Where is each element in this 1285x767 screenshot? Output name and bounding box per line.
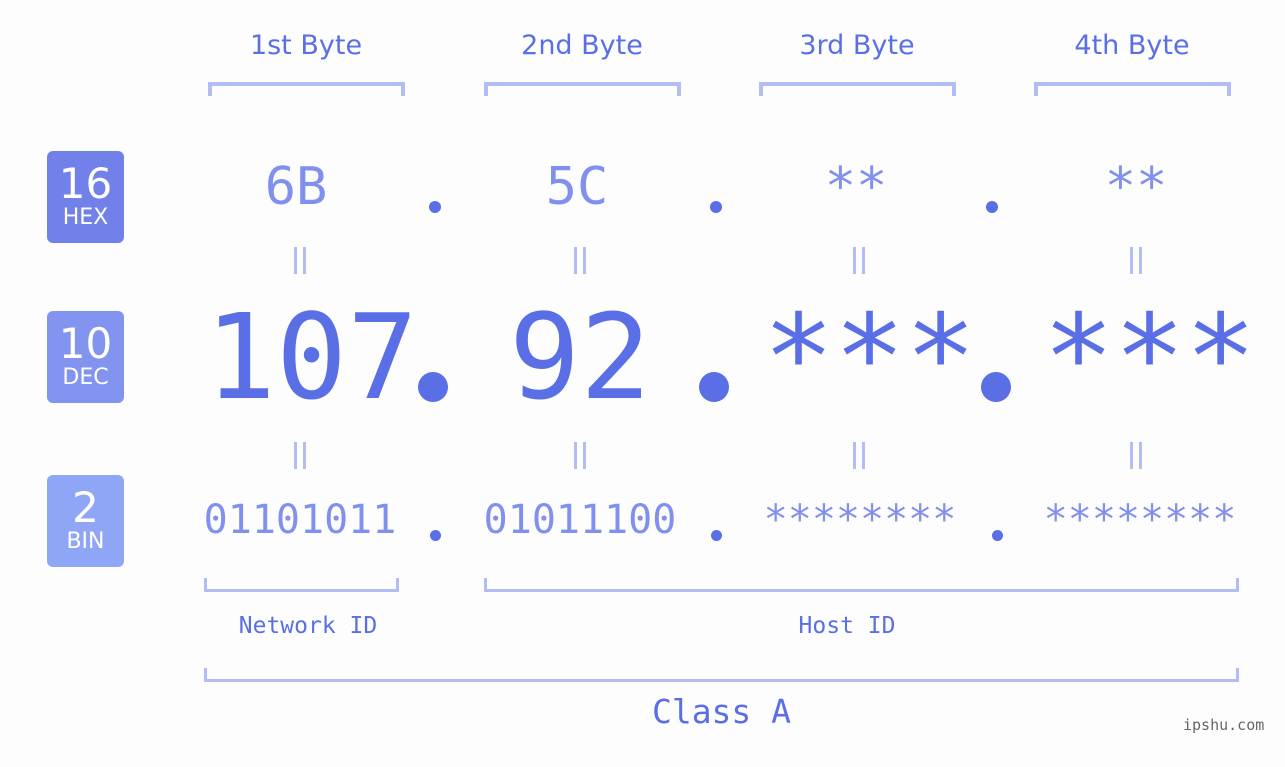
hex-badge-number: 16 <box>58 159 113 208</box>
dec-byte-3: *** <box>763 288 977 426</box>
byte-header-4: 4th Byte <box>1074 30 1190 61</box>
dec-separator-dot <box>418 372 448 402</box>
dec-badge-number: 10 <box>58 319 113 368</box>
hex-separator-dot <box>710 201 722 213</box>
hex-byte-2: 5C <box>545 157 609 217</box>
bin-badge-number: 2 <box>72 483 99 532</box>
bin-separator-dot <box>711 530 722 541</box>
equals-icon <box>1116 442 1156 477</box>
byte-header-1: 1st Byte <box>249 30 363 61</box>
hex-badge: 16 HEX <box>47 151 124 243</box>
bin-badge: 2 BIN <box>47 475 124 567</box>
equals-icon <box>560 442 600 477</box>
network-id-label: Network ID <box>238 613 378 639</box>
dec-byte-4: *** <box>1043 288 1257 426</box>
class-label: Class A <box>651 692 792 731</box>
dec-byte-1: 107 <box>205 288 419 426</box>
hex-byte-4: ** <box>1104 157 1168 217</box>
bin-byte-2: 01011100 <box>483 497 677 543</box>
hex-separator-dot <box>429 201 441 213</box>
equals-icon <box>280 442 320 477</box>
hex-byte-1: 6B <box>264 157 328 217</box>
host-id-label: Host ID <box>798 613 896 639</box>
bin-separator-dot <box>430 530 441 541</box>
equals-icon <box>839 247 879 282</box>
host-id-bracket <box>484 578 1239 592</box>
byte-bracket-3 <box>759 82 956 96</box>
bin-separator-dot <box>992 530 1003 541</box>
equals-icon <box>560 247 600 282</box>
bin-byte-1: 01101011 <box>203 497 397 543</box>
equals-icon <box>280 247 320 282</box>
hex-separator-dot <box>986 201 998 213</box>
bin-byte-4: ******** <box>1043 497 1237 543</box>
hex-byte-3: ** <box>824 157 888 217</box>
byte-bracket-2 <box>484 82 681 96</box>
class-bracket <box>204 668 1239 682</box>
bin-badge-label: BIN <box>66 529 105 554</box>
hex-badge-label: HEX <box>62 205 109 230</box>
byte-header-2: 2nd Byte <box>521 30 643 61</box>
dec-badge-label: DEC <box>62 365 109 390</box>
byte-header-3: 3rd Byte <box>799 30 915 61</box>
bin-byte-3: ******** <box>763 497 957 543</box>
equals-icon <box>839 442 879 477</box>
watermark: ipshu.com <box>1183 716 1265 734</box>
dec-separator-dot <box>981 372 1011 402</box>
byte-bracket-1 <box>208 82 405 96</box>
dec-byte-2: 92 <box>508 288 652 426</box>
dec-badge: 10 DEC <box>47 311 124 403</box>
byte-bracket-4 <box>1034 82 1231 96</box>
equals-icon <box>1116 247 1156 282</box>
dec-separator-dot <box>699 372 729 402</box>
network-id-bracket <box>204 578 399 592</box>
